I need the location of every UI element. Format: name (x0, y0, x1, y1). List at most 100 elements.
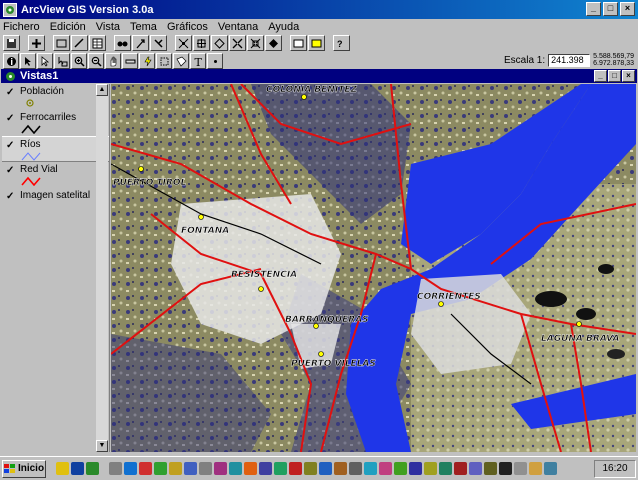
scale-input[interactable]: 241.398 (548, 53, 591, 67)
quicklaunch-icon-10[interactable] (244, 462, 257, 475)
menu-edicion[interactable]: Edición (50, 21, 86, 33)
city-point-colonia-benitez[interactable] (301, 94, 307, 100)
select-feature-tool-icon[interactable] (54, 53, 70, 69)
identify-icon[interactable] (3, 53, 19, 69)
find-icon[interactable] (114, 35, 131, 51)
theme-visibility-checkbox[interactable]: ✓ (6, 191, 14, 202)
clear-selected-icon[interactable] (308, 35, 325, 51)
map-display[interactable]: COLONIA BENITEZ PUERTO TIROL FONTANA RES… (111, 84, 636, 452)
zoom-out-tool-icon[interactable] (88, 53, 104, 69)
zoom-to-selected-icon[interactable] (211, 35, 228, 51)
query-builder-icon[interactable] (150, 35, 167, 51)
menu-vista[interactable]: Vista (96, 21, 120, 33)
menu-graficos[interactable]: Gráficos (167, 21, 208, 33)
quicklaunch-icon-26[interactable] (484, 462, 497, 475)
quicklaunch-icon-16[interactable] (334, 462, 347, 475)
view-minimize-button[interactable]: _ (594, 70, 607, 82)
toc-theme-rios[interactable]: ✓ Ríos (2, 136, 109, 162)
quicklaunch-icon-9[interactable] (229, 462, 242, 475)
city-point-puerto-tirol[interactable] (138, 166, 144, 172)
scroll-down-icon[interactable]: ▼ (96, 440, 108, 452)
toc-theme-ferrocarriles[interactable]: ✓ Ferrocarriles (2, 110, 109, 136)
quicklaunch-icon-11[interactable] (259, 462, 272, 475)
toc-theme-poblacion[interactable]: ✓ Población (2, 84, 109, 110)
quicklaunch-icon-3[interactable] (139, 462, 152, 475)
quicklaunch-icon-25[interactable] (469, 462, 482, 475)
city-point-laguna-brava[interactable] (576, 321, 582, 327)
quicklaunch-icon-24[interactable] (454, 462, 467, 475)
quicklaunch-icon-30[interactable] (544, 462, 557, 475)
quicklaunch-icon-13[interactable] (289, 462, 302, 475)
vertex-edit-icon[interactable] (37, 53, 53, 69)
save-project-icon[interactable] (3, 35, 20, 51)
arcview-task-icon[interactable] (86, 462, 99, 475)
quicklaunch-icon-23[interactable] (439, 462, 452, 475)
locate-address-icon[interactable] (132, 35, 149, 51)
quicklaunch-icon-15[interactable] (319, 462, 332, 475)
quicklaunch-icon-1[interactable] (109, 462, 122, 475)
quicklaunch-icon-5[interactable] (169, 462, 182, 475)
view-close-button[interactable]: × (622, 70, 635, 82)
word-icon[interactable] (71, 462, 84, 475)
quicklaunch-icon-21[interactable] (409, 462, 422, 475)
menu-fichero[interactable]: Fichero (3, 21, 40, 33)
theme-visibility-checkbox[interactable]: ✓ (6, 165, 14, 176)
zoom-full-extent-icon[interactable] (175, 35, 192, 51)
select-features-icon[interactable] (290, 35, 307, 51)
edit-legend-icon[interactable] (71, 35, 88, 51)
label-tool-icon[interactable] (173, 53, 189, 69)
menu-tema[interactable]: Tema (130, 21, 157, 33)
taskbar-clock[interactable]: 16:20 (594, 460, 636, 478)
quicklaunch-icon-8[interactable] (214, 462, 227, 475)
theme-properties-icon[interactable] (53, 35, 70, 51)
city-point-resistencia[interactable] (258, 286, 264, 292)
quicklaunch-icon-29[interactable] (529, 462, 542, 475)
toc-scrollbar[interactable]: ▲ ▼ (96, 84, 108, 452)
quicklaunch-icon-2[interactable] (124, 462, 137, 475)
scroll-up-icon[interactable]: ▲ (96, 84, 108, 96)
city-point-puerto-vilelas[interactable] (318, 351, 324, 357)
quicklaunch-icon-19[interactable] (379, 462, 392, 475)
quicklaunch-icon-20[interactable] (394, 462, 407, 475)
close-button[interactable]: × (620, 2, 635, 16)
quicklaunch-icon-17[interactable] (349, 462, 362, 475)
city-point-fontana[interactable] (198, 214, 204, 220)
toc-theme-red-vial[interactable]: ✓ Red Vial (2, 162, 109, 188)
text-tool-icon[interactable]: T (190, 53, 206, 69)
pointer-icon[interactable] (20, 53, 36, 69)
help-icon[interactable]: ? (333, 35, 350, 51)
menu-ventana[interactable]: Ventana (218, 21, 258, 33)
quicklaunch-icon-22[interactable] (424, 462, 437, 475)
view-maximize-button[interactable]: □ (608, 70, 621, 82)
draw-point-icon[interactable] (207, 53, 223, 69)
menu-ayuda[interactable]: Ayuda (268, 21, 299, 33)
open-theme-table-icon[interactable] (89, 35, 106, 51)
measure-tool-icon[interactable] (122, 53, 138, 69)
quicklaunch-icon-4[interactable] (154, 462, 167, 475)
zoom-to-themes-icon[interactable] (193, 35, 210, 51)
folder-icon[interactable] (56, 462, 69, 475)
theme-visibility-checkbox[interactable]: ✓ (6, 87, 14, 98)
quicklaunch-icon-7[interactable] (199, 462, 212, 475)
zoom-out-icon[interactable] (247, 35, 264, 51)
quicklaunch-icon-6[interactable] (184, 462, 197, 475)
toc-theme-imagen-satelital[interactable]: ✓ Imagen satelital (2, 188, 109, 214)
quicklaunch-icon-12[interactable] (274, 462, 287, 475)
start-button[interactable]: Inicio (2, 459, 46, 478)
quicklaunch-icon-28[interactable] (514, 462, 527, 475)
maximize-button[interactable]: □ (603, 2, 618, 16)
arcview-icon[interactable] (3, 2, 17, 17)
hotlink-tool-icon[interactable] (139, 53, 155, 69)
theme-visibility-checkbox[interactable]: ✓ (6, 113, 14, 124)
minimize-button[interactable]: _ (586, 2, 601, 16)
quicklaunch-icon-14[interactable] (304, 462, 317, 475)
zoom-previous-icon[interactable] (265, 35, 282, 51)
city-point-corrientes[interactable] (438, 301, 444, 307)
zoom-in-tool-icon[interactable] (71, 53, 87, 69)
quicklaunch-icon-27[interactable] (499, 462, 512, 475)
zoom-in-icon[interactable] (229, 35, 246, 51)
satellite-image-map[interactable]: COLONIA BENITEZ PUERTO TIROL FONTANA RES… (111, 84, 636, 452)
area-of-interest-icon[interactable] (156, 53, 172, 69)
pan-tool-icon[interactable] (105, 53, 121, 69)
add-theme-icon[interactable] (28, 35, 45, 51)
